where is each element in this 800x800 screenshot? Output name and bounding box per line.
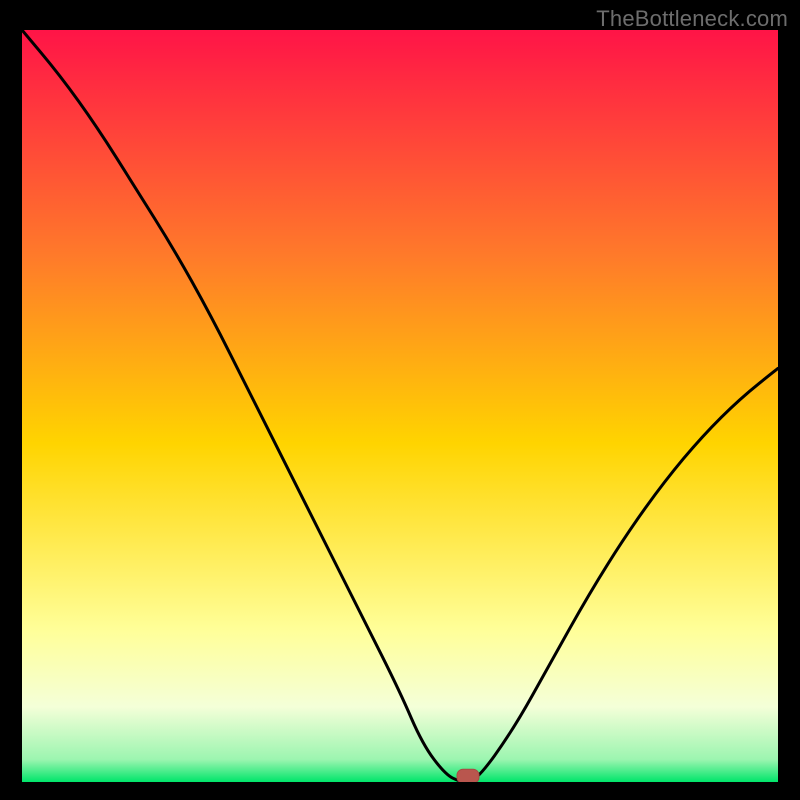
bottleneck-chart-svg bbox=[22, 30, 778, 782]
optimal-point-marker bbox=[457, 769, 479, 782]
plot-area bbox=[22, 30, 778, 782]
gradient-background bbox=[22, 30, 778, 782]
watermark-text: TheBottleneck.com bbox=[596, 6, 788, 32]
chart-frame: TheBottleneck.com bbox=[0, 0, 800, 800]
